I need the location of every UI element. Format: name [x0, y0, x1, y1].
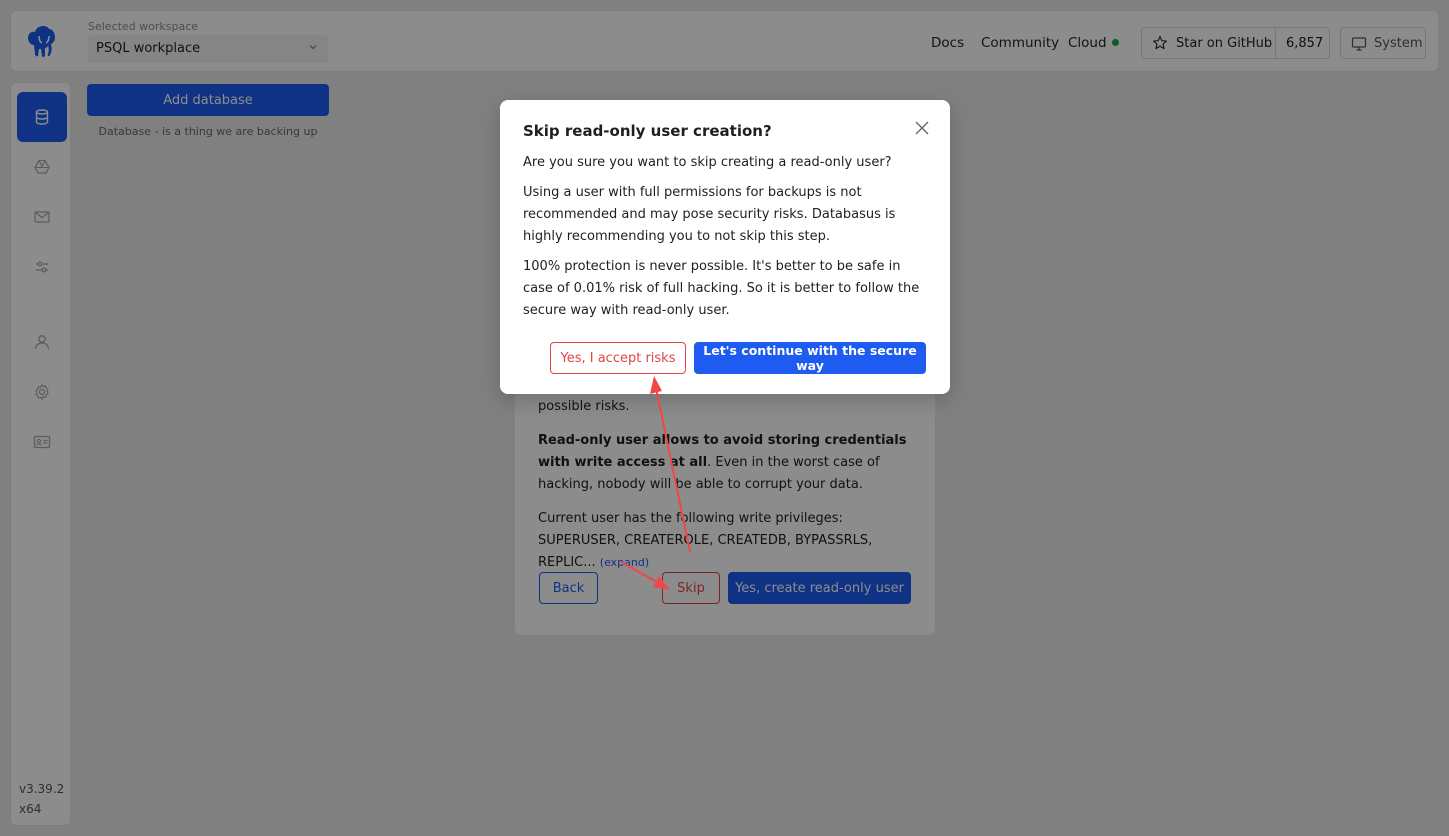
modal-note: 100% protection is never possible. It's … [523, 259, 920, 318]
skip-confirm-modal: Skip read-only user creation? Are you su… [500, 100, 950, 394]
modal-question: Are you sure you want to skip creating a… [523, 155, 892, 170]
accept-risks-button[interactable]: Yes, I accept risks [550, 342, 686, 374]
modal-title: Skip read-only user creation? [523, 122, 772, 140]
close-icon[interactable] [913, 119, 931, 137]
continue-secure-button[interactable]: Let's continue with the secure way [694, 342, 926, 374]
modal-warning: Using a user with full permissions for b… [523, 185, 896, 244]
